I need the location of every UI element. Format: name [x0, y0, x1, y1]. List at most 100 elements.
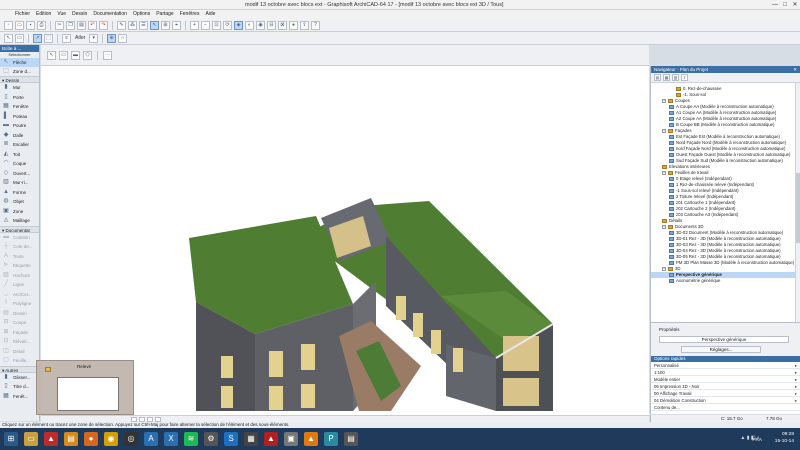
magic-wand-icon[interactable]: ⁂	[128, 20, 137, 30]
cut-icon[interactable]: ✂	[55, 20, 64, 30]
tool-dessin-list-5[interactable]: ◆ Dalle	[0, 131, 39, 141]
maximize-button[interactable]: □	[780, 0, 790, 10]
app-icon[interactable]: ▣	[284, 432, 298, 446]
copy-icon[interactable]: ❐	[66, 20, 75, 30]
spotify-icon[interactable]: ≋	[184, 432, 198, 446]
quick-option-row[interactable]: Modèle entier	[651, 376, 800, 383]
expand-toggle-icon[interactable]: −	[662, 99, 666, 103]
rotate-icon[interactable]: ⟳	[223, 20, 232, 30]
acrobat-icon[interactable]: ▲	[44, 432, 58, 446]
tab-options-icon[interactable]: ⋯	[103, 50, 112, 60]
teamwork-icon[interactable]: ●	[289, 20, 298, 30]
files-icon[interactable]: ▤	[64, 432, 78, 446]
menu-item-2[interactable]: Vue	[54, 10, 69, 19]
tool-dessin-list-2[interactable]: ▦ Fenêtre	[0, 102, 39, 112]
tool-dessin-list-14[interactable]: ◬ Maillage	[0, 216, 39, 226]
quick-option-row[interactable]: Contenu de...	[651, 404, 800, 411]
layers-icon[interactable]: ☰	[139, 20, 148, 30]
publisher-icon[interactable]: P	[324, 432, 338, 446]
tool-doc-list-2[interactable]: A Texte	[0, 252, 39, 262]
section-icon[interactable]: ⊟	[267, 20, 276, 30]
quick-option-row[interactable]: 00 Affichage Travail	[651, 390, 800, 397]
paste-icon[interactable]: ▤	[77, 20, 86, 30]
tool-doc-list-4[interactable]: ▨ Hachure	[0, 271, 39, 281]
quick-option-row[interactable]: 04 Démolition Construction	[651, 397, 800, 404]
tool-dessin-list-4[interactable]: ▬ Poutre	[0, 121, 39, 131]
suspend-groups-icon[interactable]: ⊕	[107, 33, 117, 43]
vlc-icon[interactable]: ▲	[304, 432, 318, 446]
zoom-in-icon[interactable]: +	[190, 20, 199, 30]
tool-doc-list-10[interactable]: ⊠ Façade	[0, 328, 39, 338]
tree-item[interactable]: Axonométrie générique	[651, 278, 800, 284]
print-icon[interactable]: ⎙	[37, 20, 46, 30]
marquee-tool-icon[interactable]: ▭	[15, 33, 24, 43]
fit-window-icon[interactable]: ⊡	[212, 20, 221, 30]
explorer-icon[interactable]: ▭	[24, 432, 38, 446]
menu-item-0[interactable]: Fichier	[12, 10, 33, 19]
elevation-icon[interactable]: ⊠	[278, 20, 287, 30]
tool-dessin-list-7[interactable]: ◭ Toit	[0, 150, 39, 160]
navigator-scrollbar[interactable]	[795, 83, 800, 322]
scroll-thumb[interactable]	[796, 173, 800, 243]
grid-icon[interactable]: ⊞	[161, 20, 170, 30]
tool-doc-list-3[interactable]: ⊳ Etiquette	[0, 261, 39, 271]
magnet-icon[interactable]: ∩	[118, 33, 128, 43]
zoom-out-icon[interactable]	[139, 416, 145, 422]
tab-marquee-icon[interactable]: ▭	[59, 50, 68, 60]
autocad-icon[interactable]: ▲	[264, 432, 278, 446]
expand-toggle-icon[interactable]: −	[662, 171, 666, 175]
snap-icon[interactable]: ⌖	[172, 20, 181, 30]
section-documentation[interactable]: Documentat	[0, 225, 39, 233]
tool-doc-list-8[interactable]: ▤ Dessin	[0, 309, 39, 319]
tool-doc-list-9[interactable]: ⊟ Coupe	[0, 318, 39, 328]
tool-dessin-list-11[interactable]: ▲ Forme	[0, 188, 39, 198]
tab-arrow-icon[interactable]: ↖	[47, 50, 56, 60]
new-file-icon[interactable]: ▫	[4, 20, 13, 30]
section-dessin[interactable]: Dessin	[0, 76, 39, 83]
marquee-tool[interactable]: ⬚ Zone d...	[0, 67, 39, 76]
skype-icon[interactable]: S	[224, 432, 238, 446]
tool-autres-list-2[interactable]: ▦ Fenêt...	[0, 392, 39, 402]
tool-doc-list-6[interactable]: ◡ Arc/Cer...	[0, 290, 39, 300]
menu-item-1[interactable]: Edition	[33, 10, 54, 19]
tool-doc-list-11[interactable]: ⊡ Elévati...	[0, 337, 39, 347]
viewer-icon[interactable]: ▤	[344, 432, 358, 446]
view-name-field[interactable]: Perspective générique	[659, 336, 789, 343]
expand-toggle-icon[interactable]: −	[662, 129, 666, 133]
menu-item-3[interactable]: Dessin	[69, 10, 90, 19]
start-icon[interactable]: ⊞	[4, 432, 18, 446]
system-tray-clock[interactable]: 09:28 15-10-14	[775, 431, 794, 445]
expand-toggle-icon[interactable]: −	[662, 225, 666, 229]
layer-combo[interactable]: Atler	[73, 35, 87, 41]
render-icon[interactable]: ◐	[245, 20, 254, 30]
tool-dessin-list-0[interactable]: ▮ Mur	[0, 83, 39, 93]
menu-item-4[interactable]: Documentation	[90, 10, 130, 19]
tool-dessin-list-10[interactable]: ▥ Mur-ri...	[0, 178, 39, 188]
tool-doc-list-0[interactable]: ▬ Cotation	[0, 233, 39, 243]
tool-doc-list-5[interactable]: ╱ Ligne	[0, 280, 39, 290]
layout-book-icon[interactable]: ▥	[672, 74, 679, 81]
tool-doc-list-1[interactable]: ┼ Cote de...	[0, 242, 39, 252]
open-file-icon[interactable]: ▭	[15, 20, 24, 30]
tool-doc-list-12[interactable]: ◫ Détail	[0, 347, 39, 357]
layer-icon[interactable]: ≡	[62, 33, 71, 43]
tool-dessin-list-9[interactable]: ◇ Ouvert...	[0, 169, 39, 179]
publish-icon[interactable]: ⇪	[300, 20, 309, 30]
publisher-icon[interactable]: ⇪	[681, 74, 688, 81]
settings-button[interactable]: Réglages...	[681, 346, 761, 353]
layout-icon[interactable]: ▦	[244, 432, 258, 446]
tool-dessin-list-1[interactable]: ▯ Porte	[0, 93, 39, 103]
view-map-icon[interactable]: ▦	[663, 74, 670, 81]
undo-icon[interactable]: ↶	[88, 20, 97, 30]
chrome-icon[interactable]: ◉	[104, 432, 118, 446]
eye-icon[interactable]: ◎	[124, 432, 138, 446]
tool-dessin-list-12[interactable]: ◍ Objet	[0, 197, 39, 207]
section-autres[interactable]: Autres	[0, 365, 39, 373]
pointer-icon[interactable]: ↖	[150, 20, 159, 30]
menu-item-8[interactable]: Aide	[202, 10, 218, 19]
menu-item-7[interactable]: Fenêtres	[177, 10, 203, 19]
quick-option-row[interactable]: 1:100	[651, 369, 800, 376]
fit-icon[interactable]	[147, 416, 153, 422]
zoom-in-icon[interactable]	[131, 416, 137, 422]
project-map-icon[interactable]: ▤	[654, 74, 661, 81]
